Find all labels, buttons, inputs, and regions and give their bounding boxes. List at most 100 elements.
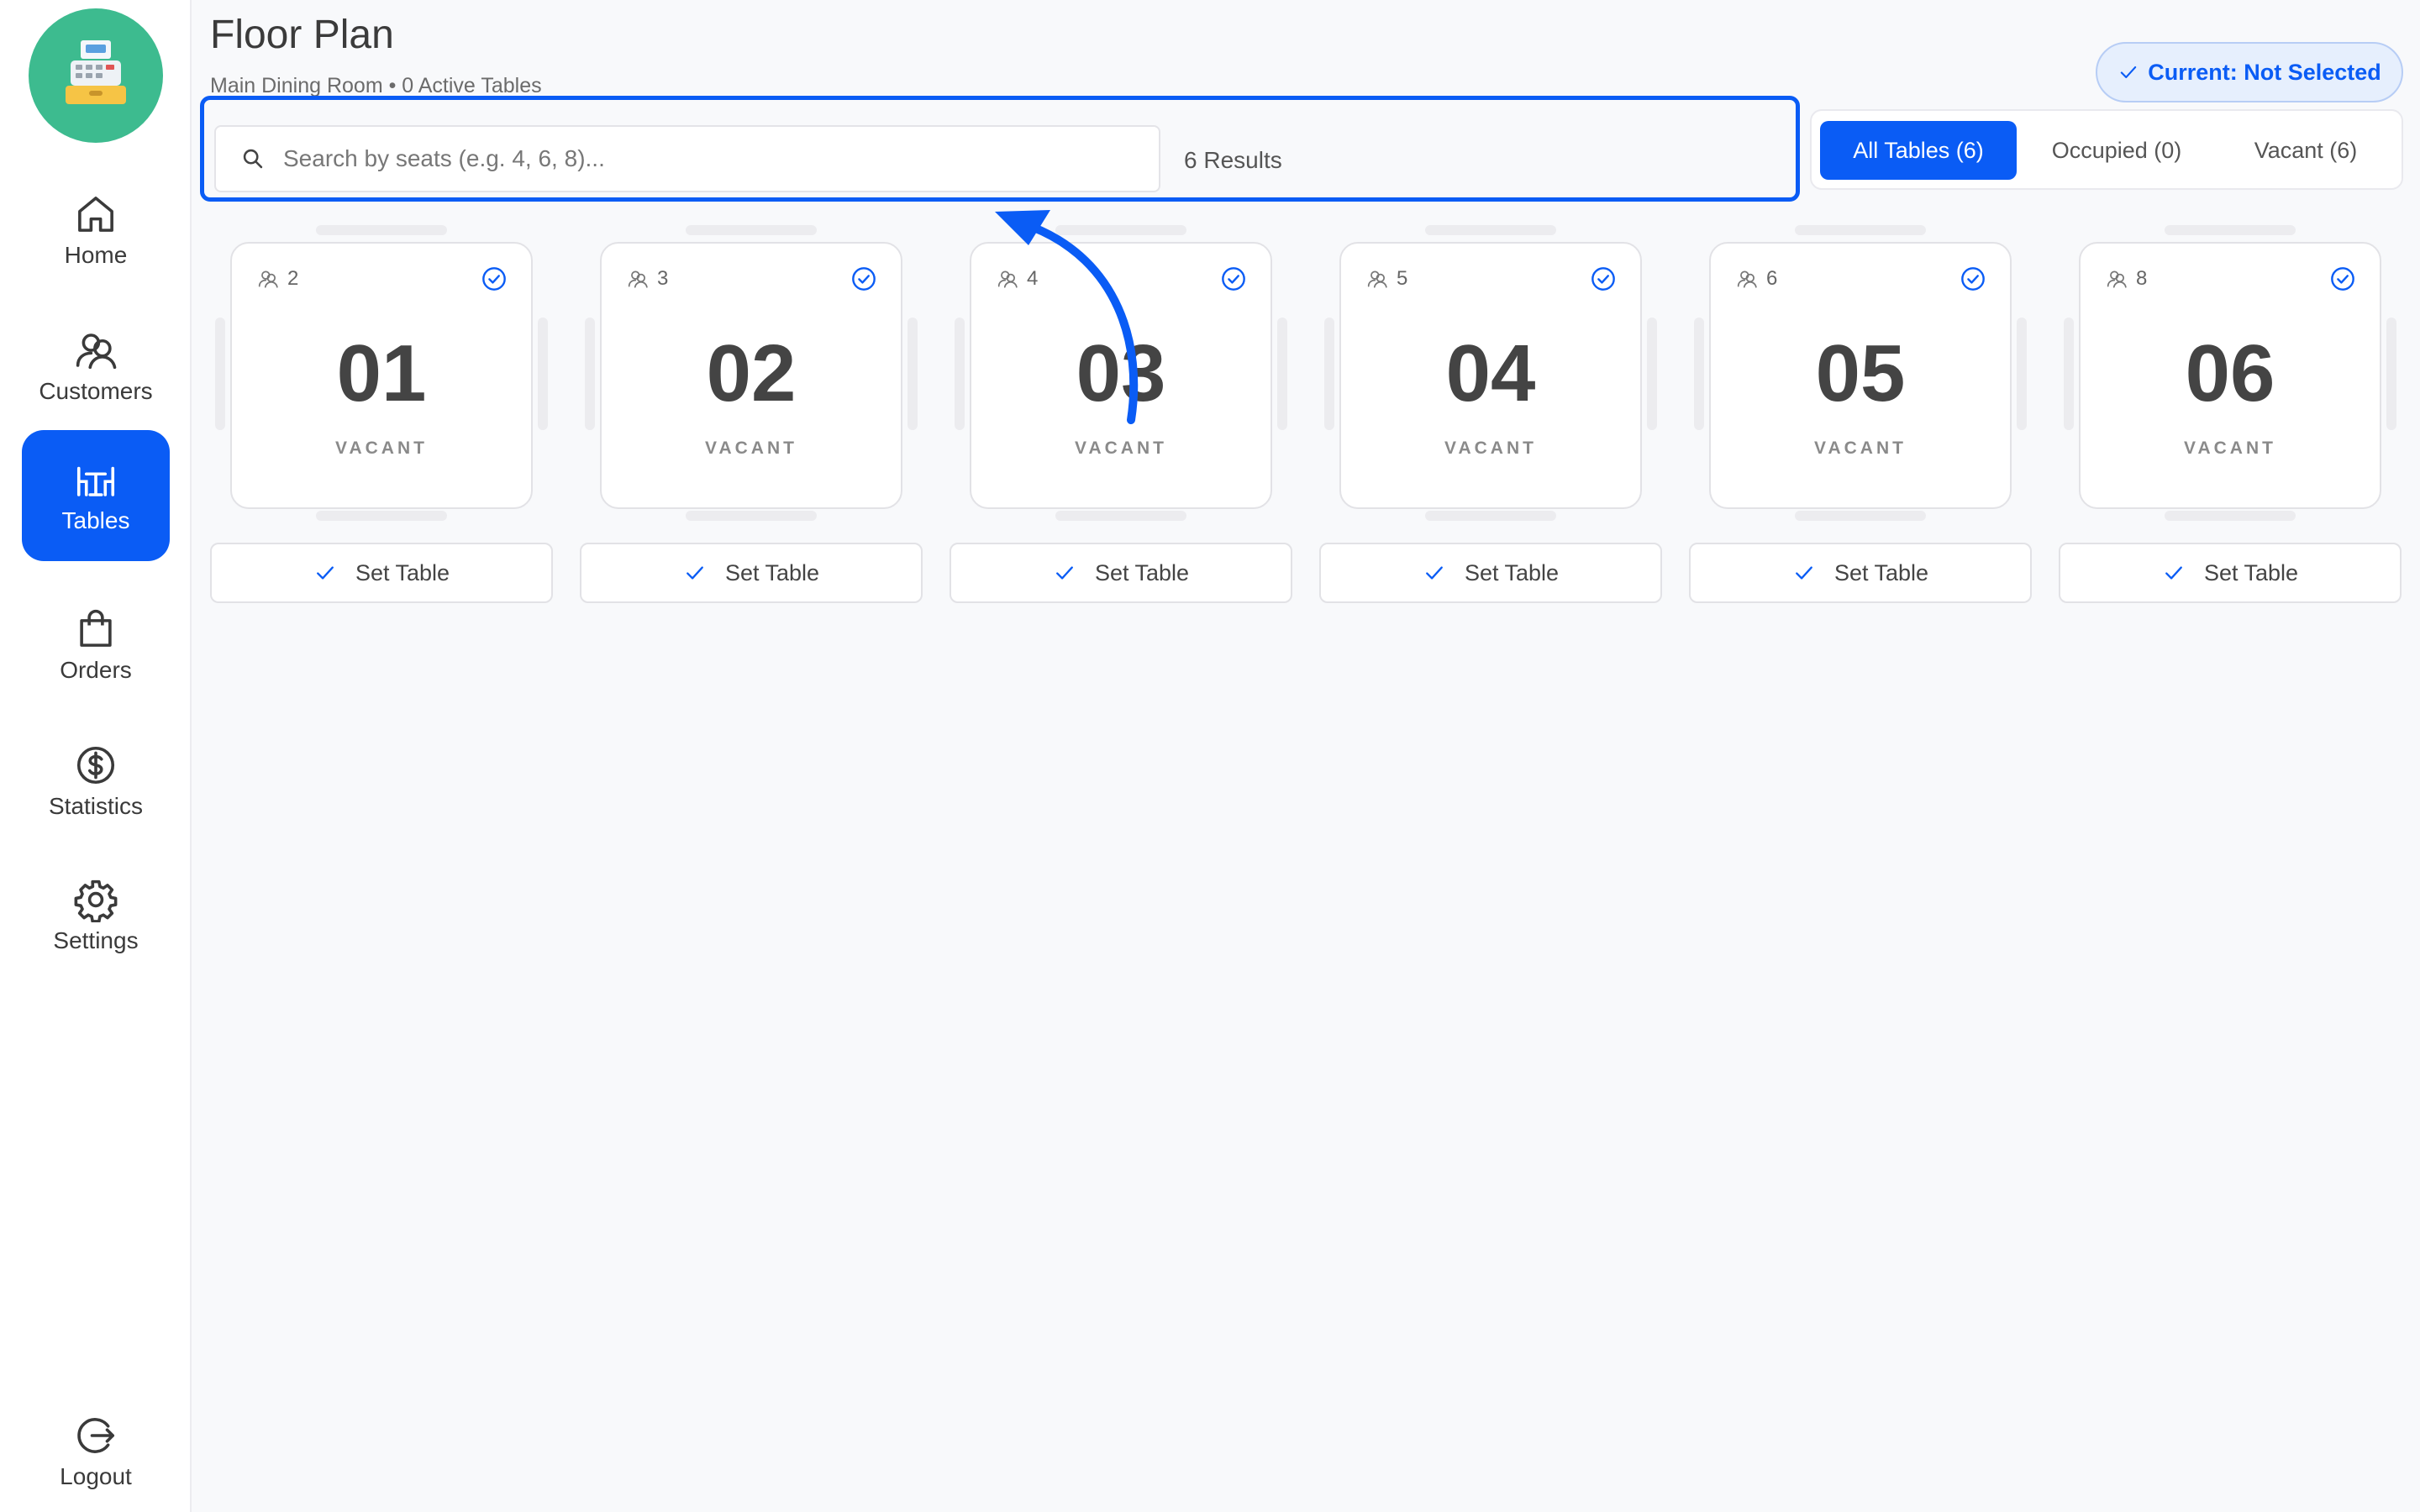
table-card[interactable]: 2 01 VACANT: [230, 242, 533, 509]
current-table-label: Current: Not Selected: [2148, 59, 2381, 85]
chair: [2386, 318, 2396, 430]
search-highlight-frame: 6 Results: [200, 96, 1800, 202]
sidebar-item-label: Tables: [61, 507, 130, 533]
sidebar-item-settings[interactable]: Settings: [22, 850, 170, 981]
search-box[interactable]: [214, 125, 1160, 192]
table-status: VACANT: [1075, 438, 1167, 458]
page-title: Floor Plan: [210, 13, 394, 57]
filter-tabs: All Tables (6) Occupied (0) Vacant (6): [1810, 109, 2403, 190]
sidebar-item-label: Settings: [53, 927, 139, 953]
table-status: VACANT: [705, 438, 797, 458]
check-circle-icon: [852, 267, 876, 291]
table-card[interactable]: 4 03 VACANT: [970, 242, 1272, 509]
set-table-button[interactable]: Set Table: [1319, 543, 1662, 603]
tab-all-tables[interactable]: All Tables (6): [1820, 121, 2017, 180]
chair: [1425, 511, 1556, 521]
chair: [1324, 318, 1334, 430]
table-status: VACANT: [335, 438, 428, 458]
table-card[interactable]: 5 04 VACANT: [1339, 242, 1642, 509]
chair: [215, 318, 225, 430]
seat-count: 4: [1027, 267, 1039, 290]
sidebar: Home Customers Tables Orders Statistics: [0, 0, 192, 1512]
table-card[interactable]: 8 06 VACANT: [2079, 242, 2381, 509]
sidebar-item-statistics[interactable]: Statistics: [22, 716, 170, 847]
table-unit-04: 5 04 VACANT Set Table: [1319, 225, 1662, 612]
table-unit-02: 3 02 VACANT Set Table: [580, 225, 923, 612]
home-icon: [78, 197, 113, 232]
chair: [1277, 318, 1287, 430]
set-table-label: Set Table: [724, 559, 820, 585]
sidebar-item-home[interactable]: Home: [22, 165, 170, 296]
chair: [686, 225, 817, 235]
set-table-button[interactable]: Set Table: [580, 543, 923, 603]
table-card[interactable]: 3 02 VACANT: [600, 242, 902, 509]
table-card[interactable]: 6 05 VACANT: [1709, 242, 2012, 509]
check-icon: [317, 566, 334, 580]
chair: [538, 318, 548, 430]
chair: [1795, 511, 1926, 521]
check-icon: [1056, 566, 1073, 580]
sidebar-item-customers[interactable]: Customers: [22, 301, 170, 432]
logout-label: Logout: [60, 1463, 132, 1489]
users-icon: [628, 270, 648, 288]
search-input[interactable]: [283, 145, 1123, 172]
chair: [955, 318, 965, 430]
dollar-circle-icon: [76, 746, 115, 785]
logout-button[interactable]: Logout: [22, 1386, 170, 1512]
sidebar-item-label: Customers: [39, 378, 153, 404]
seat-info: 2: [257, 267, 298, 291]
table-icon: [76, 466, 115, 496]
table-number: 03: [1076, 328, 1166, 418]
table-status: VACANT: [1814, 438, 1907, 458]
check-icon: [1796, 566, 1812, 580]
seat-count: 6: [1766, 267, 1778, 290]
set-table-button[interactable]: Set Table: [1689, 543, 2032, 603]
users-icon: [1367, 270, 1387, 288]
table-number: 02: [706, 328, 797, 418]
sidebar-item-tables[interactable]: Tables: [22, 430, 170, 561]
chair: [1694, 318, 1704, 430]
tab-occupied[interactable]: Occupied (0): [2027, 121, 2207, 180]
table-unit-05: 6 05 VACANT Set Table: [1689, 225, 2032, 612]
seat-count: 2: [287, 267, 299, 290]
current-table-pill[interactable]: Current: Not Selected: [2096, 42, 2403, 102]
table-status: VACANT: [1444, 438, 1537, 458]
users-icon: [76, 333, 117, 370]
gear-icon: [74, 879, 118, 922]
results-count: 6 Results: [1184, 147, 1282, 173]
chair: [1055, 225, 1186, 235]
set-table-label: Set Table: [1833, 559, 1929, 585]
check-icon: [2121, 66, 2137, 79]
chair: [908, 318, 918, 430]
sidebar-item-orders[interactable]: Orders: [22, 580, 170, 711]
sidebar-item-label: Orders: [60, 657, 132, 683]
table-number: 01: [336, 328, 427, 418]
set-table-button[interactable]: Set Table: [210, 543, 553, 603]
users-icon: [258, 270, 278, 288]
seat-info: 8: [2106, 267, 2147, 291]
seat-info: 3: [627, 267, 668, 291]
chair: [2064, 318, 2074, 430]
chair: [316, 511, 447, 521]
check-circle-icon: [2331, 267, 2354, 291]
check-circle-icon: [482, 267, 506, 291]
table-unit-01: 2 01 VACANT Set Table: [210, 225, 553, 612]
chair: [1795, 225, 1926, 235]
set-table-label: Set Table: [1464, 559, 1560, 585]
set-table-label: Set Table: [355, 559, 450, 585]
users-icon: [2107, 270, 2127, 288]
table-number: 04: [1445, 328, 1536, 418]
logout-icon: [77, 1418, 115, 1453]
page-subtitle: Main Dining Room • 0 Active Tables: [210, 74, 542, 97]
set-table-button[interactable]: Set Table: [950, 543, 1292, 603]
search-icon: [243, 149, 263, 169]
chair: [316, 225, 447, 235]
chair: [686, 511, 817, 521]
app-logo[interactable]: [29, 8, 163, 143]
check-icon: [1426, 566, 1443, 580]
tab-vacant[interactable]: Vacant (6): [2217, 121, 2395, 180]
chair: [1425, 225, 1556, 235]
seat-info: 5: [1366, 267, 1407, 291]
set-table-button[interactable]: Set Table: [2059, 543, 2402, 603]
set-table-label: Set Table: [2203, 559, 2299, 585]
